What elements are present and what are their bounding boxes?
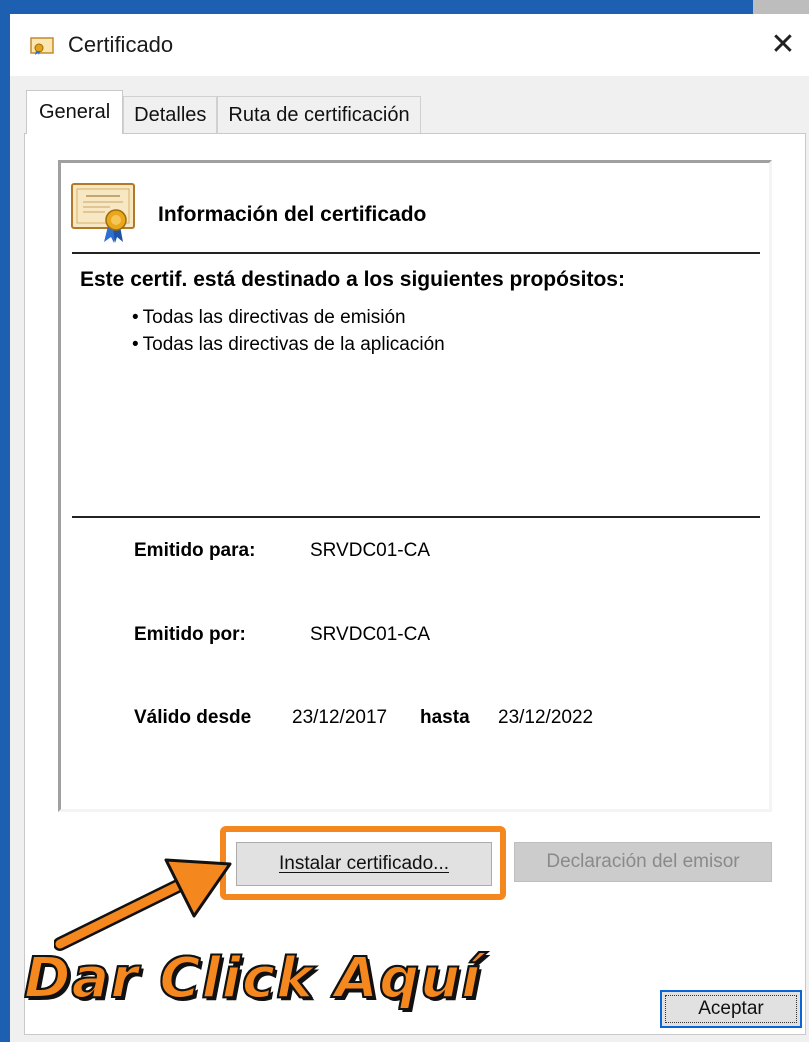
valid-from-value: 23/12/2017 xyxy=(292,707,388,728)
close-icon: ✕ xyxy=(770,27,796,61)
tab-general[interactable]: General xyxy=(26,90,124,134)
valid-to-value: 23/12/2022 xyxy=(498,707,594,728)
issued-to-label: Emitido para: xyxy=(134,540,256,561)
install-certificate-button[interactable]: Instalar certificado... xyxy=(236,842,492,886)
title-bar: Certificado ✕ xyxy=(10,14,809,76)
divider xyxy=(72,252,760,254)
purposes-list: Todas las directivas de emisión Todas la… xyxy=(132,304,445,358)
tab-certification-path[interactable]: Ruta de certificación xyxy=(217,96,421,134)
accept-button[interactable]: Aceptar xyxy=(660,990,802,1028)
window-left-edge xyxy=(0,14,10,1042)
list-item: Todas las directivas de la aplicación xyxy=(132,331,445,358)
desktop-background-strip xyxy=(0,0,809,14)
purposes-heading: Este certif. está destinado a los siguie… xyxy=(80,268,625,291)
certificate-dialog: Certificado ✕ General Detalles Ruta de c… xyxy=(0,0,809,1042)
valid-to-label: hasta xyxy=(420,707,470,728)
certificate-info-title: Información del certificado xyxy=(158,203,427,226)
tab-details[interactable]: Detalles xyxy=(123,96,218,134)
certificate-icon xyxy=(30,37,54,55)
list-item: Todas las directivas de emisión xyxy=(132,304,445,331)
valid-from-label: Válido desde xyxy=(134,707,252,728)
issued-by-label: Emitido por: xyxy=(134,624,246,645)
close-button[interactable]: ✕ xyxy=(763,24,803,64)
issued-to-value: SRVDC01-CA xyxy=(310,540,431,561)
divider xyxy=(72,516,760,518)
issuer-statement-button: Declaración del emisor xyxy=(514,842,772,882)
certificate-ribbon-icon xyxy=(71,183,135,243)
window-title: Certificado xyxy=(68,32,174,57)
click-here-callout: Dar Click Aquí xyxy=(23,945,482,1012)
install-certificate-label: Instalar certificado... xyxy=(278,853,450,874)
tab-strip: General Detalles Ruta de certificación xyxy=(26,90,421,134)
issued-by-value: SRVDC01-CA xyxy=(310,624,431,645)
